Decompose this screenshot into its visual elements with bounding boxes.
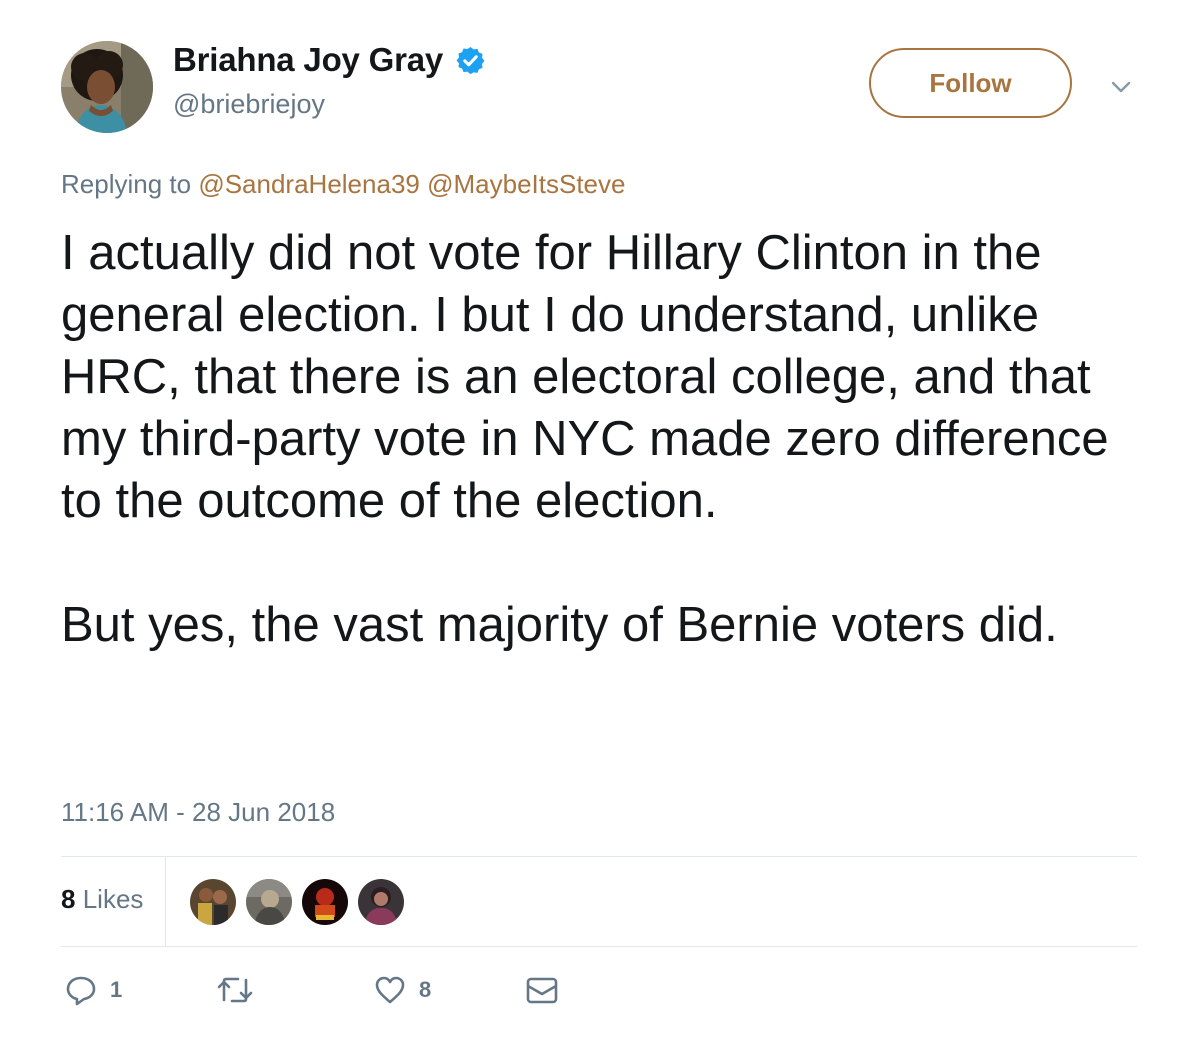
divider [61, 856, 1137, 857]
author-handle[interactable]: @briebriejoy [173, 89, 325, 120]
retweet-icon [217, 977, 253, 1003]
liker-avatar-image [358, 879, 404, 925]
author-avatar-image [61, 41, 153, 133]
heart-icon [375, 976, 405, 1004]
liker-avatar[interactable] [246, 879, 292, 925]
mention-link[interactable]: @SandraHelena39 [198, 169, 420, 199]
reply-count: 1 [110, 977, 123, 1002]
direct-message-button[interactable] [525, 970, 559, 1010]
liker-avatar-image [190, 879, 236, 925]
liker-avatar[interactable] [190, 879, 236, 925]
likes-count: 8 [61, 884, 76, 914]
reply-context: Replying to @SandraHelena39 @MaybeItsSte… [61, 169, 625, 200]
chevron-down-icon [1111, 81, 1131, 93]
retweet-button[interactable] [216, 970, 266, 1010]
reply-button[interactable]: 1 [64, 970, 122, 1010]
author-avatar[interactable] [61, 41, 153, 133]
liker-avatar[interactable] [302, 879, 348, 925]
tweet-paragraph: But yes, the vast majority of Bernie vot… [61, 598, 1058, 652]
more-options-button[interactable] [1104, 72, 1138, 102]
tweet-paragraph: I actually did not vote for Hillary Clin… [61, 226, 1109, 528]
mention-link[interactable]: @MaybeItsSteve [427, 169, 625, 199]
likes-stat[interactable]: 8 Likes [61, 884, 143, 915]
verified-badge-icon [455, 45, 486, 76]
liker-avatar[interactable] [358, 879, 404, 925]
likes-label: Likes [82, 884, 144, 914]
liker-avatar-image [302, 879, 348, 925]
divider [61, 946, 1137, 947]
divider [165, 857, 166, 946]
author-display-name[interactable]: Briahna Joy Gray [173, 41, 486, 79]
tweet-card: Briahna Joy Gray @briebriejoy Follow Rep… [0, 0, 1200, 1044]
reply-context-prefix: Replying to [61, 169, 192, 199]
tweet-text: I actually did not vote for Hillary Clin… [61, 222, 1161, 656]
follow-button[interactable]: Follow [869, 48, 1072, 118]
envelope-icon [526, 977, 558, 1004]
like-count: 8 [419, 977, 432, 1002]
reply-icon [66, 976, 96, 1006]
liker-avatar-image [246, 879, 292, 925]
like-button[interactable]: 8 [373, 970, 431, 1010]
author-name[interactable]: Briahna Joy Gray [173, 41, 443, 79]
tweet-timestamp[interactable]: 11:16 AM - 28 Jun 2018 [61, 797, 335, 828]
